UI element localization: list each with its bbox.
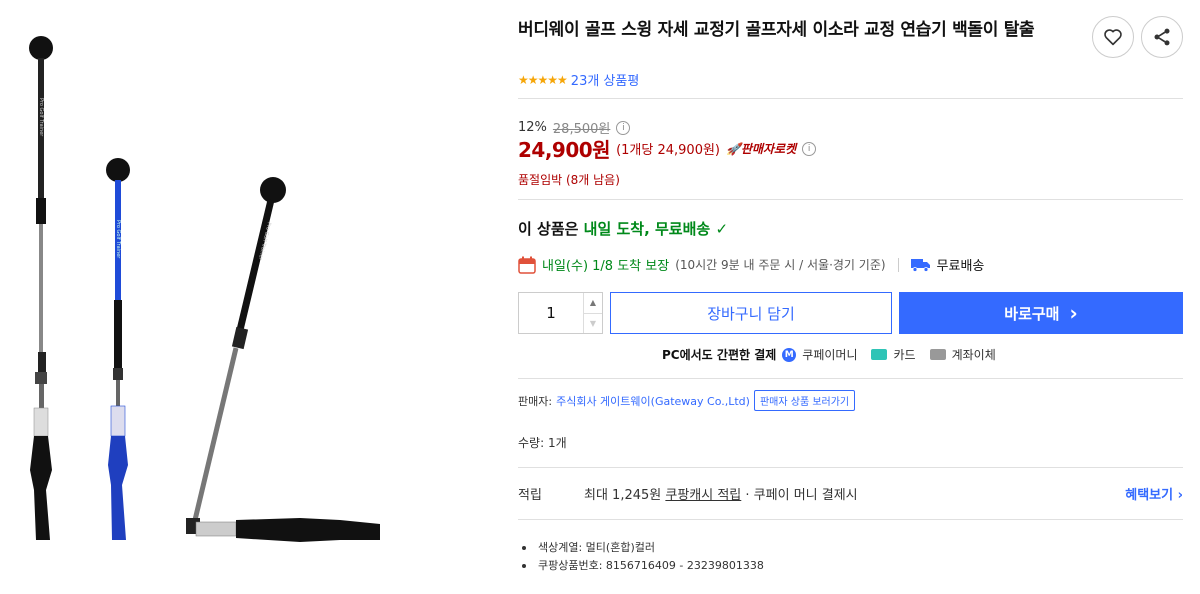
divider [518,519,1183,520]
info-icon[interactable]: i [616,120,631,135]
bank-transfer-icon [929,349,946,360]
review-count-link[interactable]: 23개 상품평 [571,70,640,89]
quantity-increase-button[interactable]: ▲ [584,293,602,313]
spec-item-product-number: 쿠팡상품번호: 8156716409 - 23239801338 [518,557,764,575]
arrival-detail: (10시간 9분 내 주문 시 / 서울·경기 기준) [675,258,886,272]
divider [518,98,1183,99]
delivery-headline: 이 상품은 내일 도착, 무료배송 ✓ [518,218,728,239]
bank-transfer-label: 계좌이체 [951,348,996,362]
separator [897,257,899,272]
stock-notice: 품절임박 (8개 남음) [518,173,620,187]
price-row: 24,900원 (1개당 24,900원) 🚀판매자로켓 i [518,134,817,163]
quantity-stepper[interactable]: ▲ ▼ [518,292,603,334]
seller-name-link[interactable]: 주식회사 게이트웨이(Gateway Co.,Ltd) [556,393,750,409]
trainer-shaft-label-1: Pro Golf Trainer [38,98,44,137]
delivery-prefix: 이 상품은 [518,220,584,238]
divider [518,199,1183,200]
seller-row: 판매자: 주식회사 게이트웨이(Gateway Co.,Ltd) 판매자 상품 … [518,390,856,411]
arrival-date: 내일(수) 1/8 도착 보장 [542,259,670,274]
coupay-label: 쿠페이머니 [802,348,858,362]
reward-text: 최대 1,245원 쿠팡캐시 적립 · 쿠페이 머니 결제시 [584,484,858,503]
truck-icon [910,258,930,272]
product-image[interactable]: Pro Golf Trainer Pro Golf Trainer Pro Go… [0,0,500,594]
rating-row[interactable]: ★★★★★ 23개 상품평 [518,70,640,90]
reward-row: 적립 최대 1,245원 쿠팡캐시 적립 · 쿠페이 머니 결제시 혜택보기 › [518,484,1183,503]
coupang-cash-link[interactable]: 쿠팡캐시 적립 [665,488,741,503]
payment-options: PC에서도 간편한 결제 M 쿠페이머니 카드 계좌이체 [662,346,996,363]
free-shipping-label: 무료배송 [936,259,985,274]
trainer-shaft-label-2: Pro Golf Trainer [115,220,121,259]
trainer-blue: Pro Golf Trainer [106,158,130,540]
payment-title: PC에서도 간편한 결제 [662,348,777,362]
trainer-black-tall: Pro Golf Trainer [29,36,53,540]
add-to-cart-button[interactable]: 장바구니 담기 [610,292,892,334]
product-title: 버디웨이 골프 스윙 자세 교정기 골프자세 이소라 교정 연습기 백돌이 탈출 [518,20,1035,40]
sale-price: 24,900원 [518,138,611,162]
quantity-arrows: ▲ ▼ [583,293,602,333]
coupay-icon: M [782,347,797,362]
reward-label: 적립 [518,488,542,503]
info-icon[interactable]: i [802,141,817,156]
quantity-decrease-button[interactable]: ▼ [584,312,602,334]
buy-now-label: 바로구매 [1004,304,1060,323]
share-button[interactable] [1141,16,1183,58]
seller-label: 판매자: [518,394,553,408]
unit-price: (1개당 24,900원) [616,143,720,158]
calendar-icon [518,256,536,274]
buy-now-button[interactable]: 바로구매 › [899,292,1183,334]
seller-products-button[interactable]: 판매자 상품 보러가기 [753,390,856,411]
spec-item-color: 색상계열: 멀티(혼합)컬러 [518,539,764,557]
quantity-summary: 수량: 1개 [518,436,567,450]
seller-rocket-badge: 🚀판매자로켓 [726,142,797,156]
wishlist-button[interactable] [1092,16,1134,58]
reward-suffix: · 쿠페이 머니 결제시 [741,488,858,503]
star-rating: ★★★★★ [518,72,568,87]
heart-icon [1104,29,1122,46]
discount-rate: 12% [518,120,547,135]
quantity-input[interactable] [519,293,583,333]
chevron-right-icon: › [1069,301,1078,325]
delivery-highlight: 내일 도착, 무료배송 [583,220,711,238]
view-benefits-link[interactable]: 혜택보기 › [1125,484,1183,503]
trainer-black-angled: Pro Golf Trainer [186,177,380,542]
card-icon [871,349,888,360]
card-label: 카드 [893,348,916,362]
share-icon [1154,28,1170,46]
divider [518,378,1183,379]
spec-list: 색상계열: 멀티(혼합)컬러 쿠팡상품번호: 8156716409 - 2323… [518,539,764,575]
arrival-row: 내일(수) 1/8 도착 보장 (10시간 9분 내 주문 시 / 서울·경기 … [518,255,984,274]
product-info-panel: 버디웨이 골프 스윙 자세 교정기 골프자세 이소라 교정 연습기 백돌이 탈출… [518,0,1183,594]
reward-prefix: 최대 1,245원 [584,488,666,503]
divider [518,467,1183,468]
check-icon: ✓ [715,220,729,238]
